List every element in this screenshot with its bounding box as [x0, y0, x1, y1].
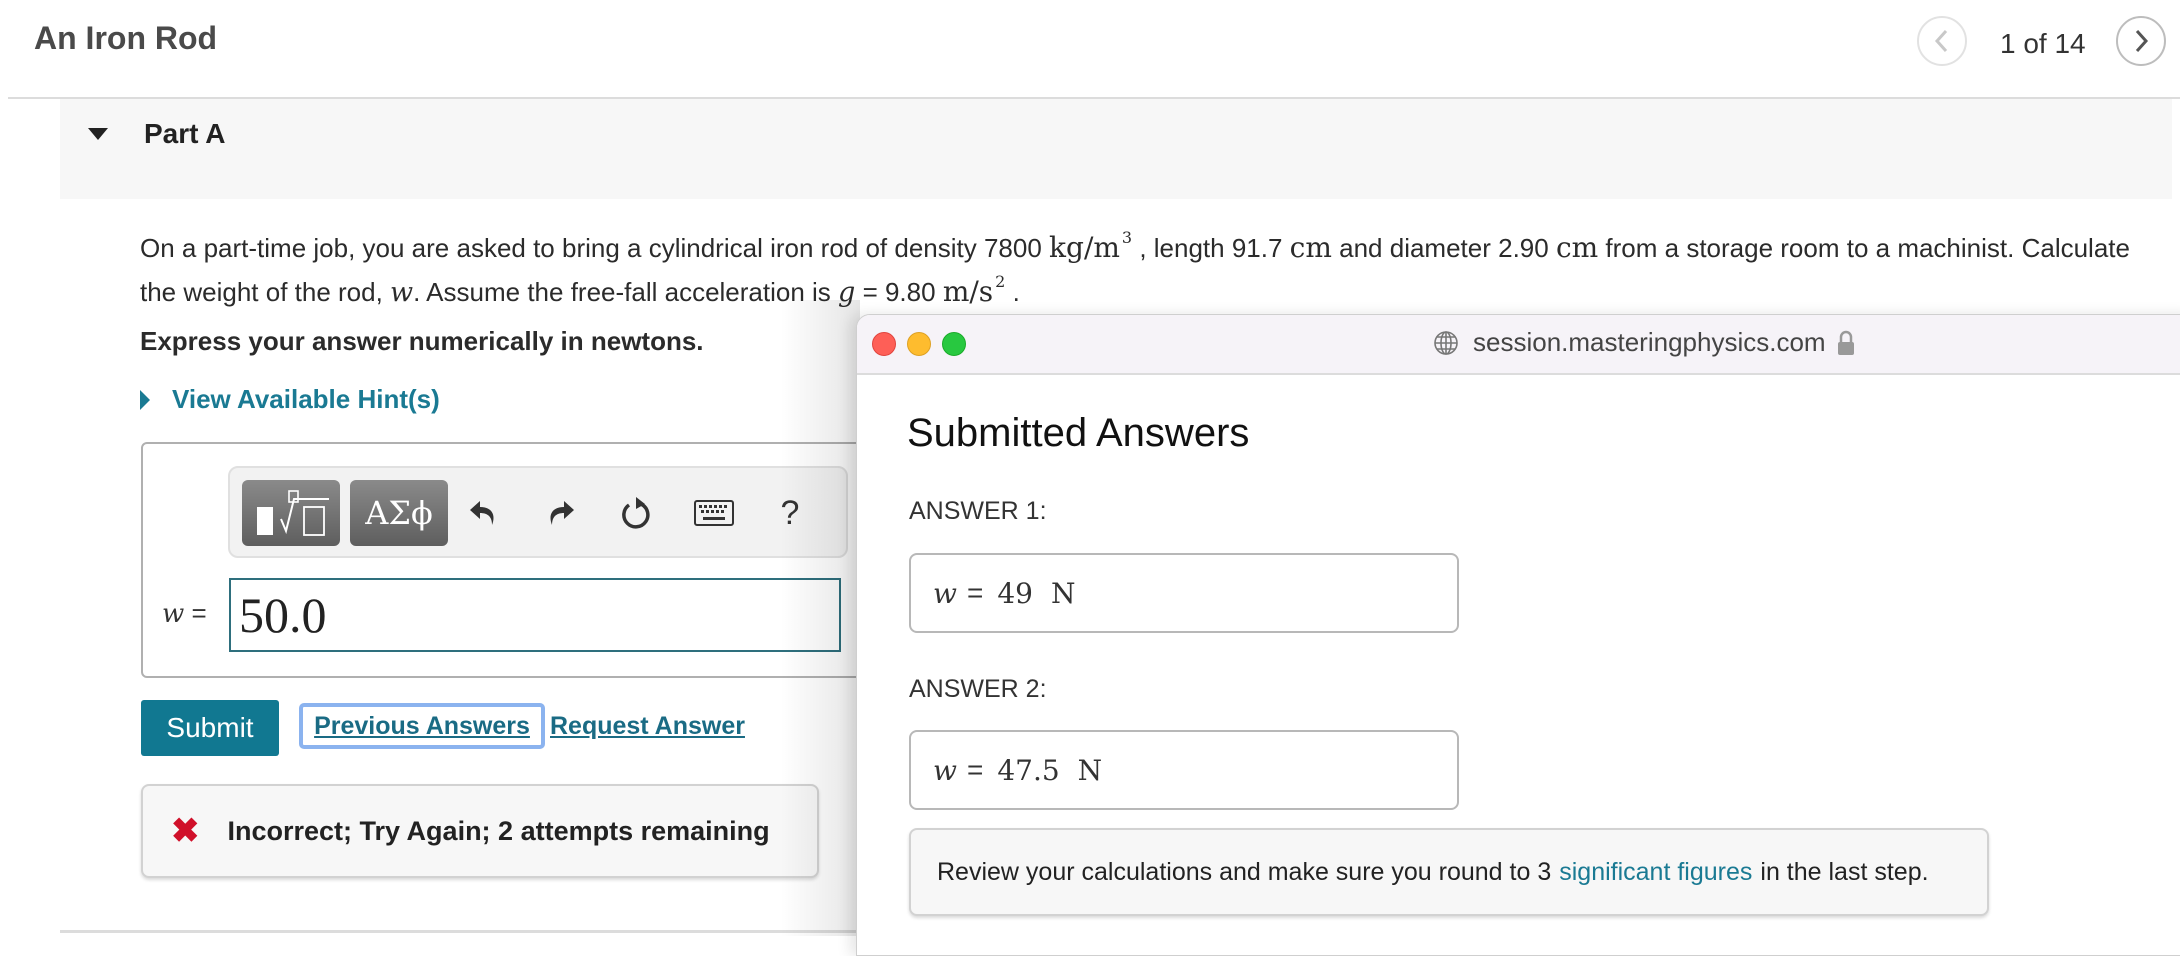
redo-button[interactable] [538, 490, 582, 536]
answer-unit: N [1077, 753, 1103, 787]
previous-answers-link[interactable]: Previous Answers [299, 703, 545, 749]
part-header[interactable] [60, 99, 2172, 199]
g-exponent: 2 [995, 272, 1006, 291]
popup-title: Submitted Answers [907, 411, 1250, 455]
part-title[interactable]: Part A [144, 118, 225, 150]
equals-sign: = [191, 598, 207, 628]
problem-statement: On a part-time job, you are asked to bri… [140, 228, 2170, 316]
answer-input[interactable]: 50.0 [229, 578, 841, 652]
answer-unit: N [1050, 576, 1076, 610]
answer-variable: w [162, 599, 185, 629]
chevron-left-icon [1934, 29, 1948, 53]
templates-icon [257, 490, 329, 536]
tip-text: Review your calculations and make sure y… [937, 857, 1552, 886]
maximize-window-button[interactable] [942, 332, 966, 356]
popup-shadow [780, 300, 860, 936]
density-unit: kg/m [1049, 231, 1120, 264]
header: An Iron Rod 1 of 14 [0, 0, 2180, 99]
pagination-label: 1 of 14 [2000, 28, 2086, 59]
caret-right-icon [140, 389, 150, 410]
url-bar[interactable]: session.masteringphysics.com [1433, 327, 1856, 358]
tip-text: in the last step. [1760, 857, 1929, 886]
answer-1-value: w = 49 N [909, 553, 1459, 633]
problem-text: and diameter 2.90 [1331, 233, 1556, 263]
problem-text: , length 91.7 [1132, 233, 1290, 263]
view-hints-link[interactable]: View Available Hint(s) [140, 384, 440, 415]
keyboard-button[interactable] [692, 490, 736, 536]
caret-down-icon[interactable] [88, 128, 108, 140]
x-icon: ✖ [171, 812, 200, 850]
minimize-window-button[interactable] [907, 332, 931, 356]
close-window-button[interactable] [872, 332, 896, 356]
undo-button[interactable] [462, 490, 506, 536]
request-answer-link[interactable]: Request Answer [550, 712, 745, 741]
length-unit: cm [1289, 231, 1332, 264]
globe-icon [1433, 330, 1459, 356]
reset-button[interactable] [614, 490, 658, 536]
answer-variable: w [933, 753, 957, 787]
answer-number: 47.5 [997, 753, 1060, 787]
problem-text: . Assume the free-fall acceleration is [413, 277, 839, 307]
url-text: session.masteringphysics.com [1473, 327, 1826, 357]
chevron-right-icon [2135, 29, 2149, 53]
keyboard-icon [694, 500, 734, 526]
review-tip: Review your calculations and make sure y… [909, 828, 1989, 916]
significant-figures-link[interactable]: significant figures [1559, 858, 1752, 887]
previous-item-button[interactable] [1917, 16, 1967, 66]
problem-text: = 9.80 [855, 277, 943, 307]
answer-2-value: w = 47.5 N [909, 730, 1459, 810]
undo-icon [470, 501, 494, 525]
problem-text: . [1005, 277, 1020, 307]
variable-w: w [390, 277, 414, 308]
redo-icon [550, 501, 574, 525]
answer-variable-label: w = [162, 598, 207, 629]
feedback-text: Incorrect; Try Again; 2 attempts remaini… [227, 815, 770, 846]
answer-variable: w [933, 576, 957, 610]
answer-instruction: Express your answer numerically in newto… [140, 326, 704, 356]
next-item-button[interactable] [2116, 16, 2166, 66]
g-unit: m/s [942, 275, 994, 308]
density-exponent: 3 [1121, 228, 1133, 247]
window-titlebar[interactable]: session.masteringphysics.com [857, 315, 2180, 375]
page-title: An Iron Rod [34, 20, 218, 56]
submit-button[interactable]: Submit [141, 700, 279, 756]
greek-symbols-button[interactable]: ΑΣϕ [350, 480, 448, 546]
answer-1-label: ANSWER 1: [909, 497, 1047, 525]
section-divider [60, 930, 860, 933]
lock-icon [1836, 329, 1856, 357]
answer-2-label: ANSWER 2: [909, 675, 1047, 703]
answer-number: 49 [997, 576, 1033, 610]
math-toolbar: ΑΣϕ ? [228, 466, 848, 558]
view-hints-label: View Available Hint(s) [172, 384, 440, 414]
problem-text: On a part-time job, you are asked to bri… [140, 233, 1050, 263]
submitted-answers-window: session.masteringphysics.com Submitted A… [856, 314, 2180, 956]
reset-icon [622, 497, 650, 529]
templates-button[interactable] [242, 480, 340, 546]
feedback-message: ✖ Incorrect; Try Again; 2 attempts remai… [141, 784, 819, 878]
diameter-unit: cm [1555, 231, 1599, 264]
